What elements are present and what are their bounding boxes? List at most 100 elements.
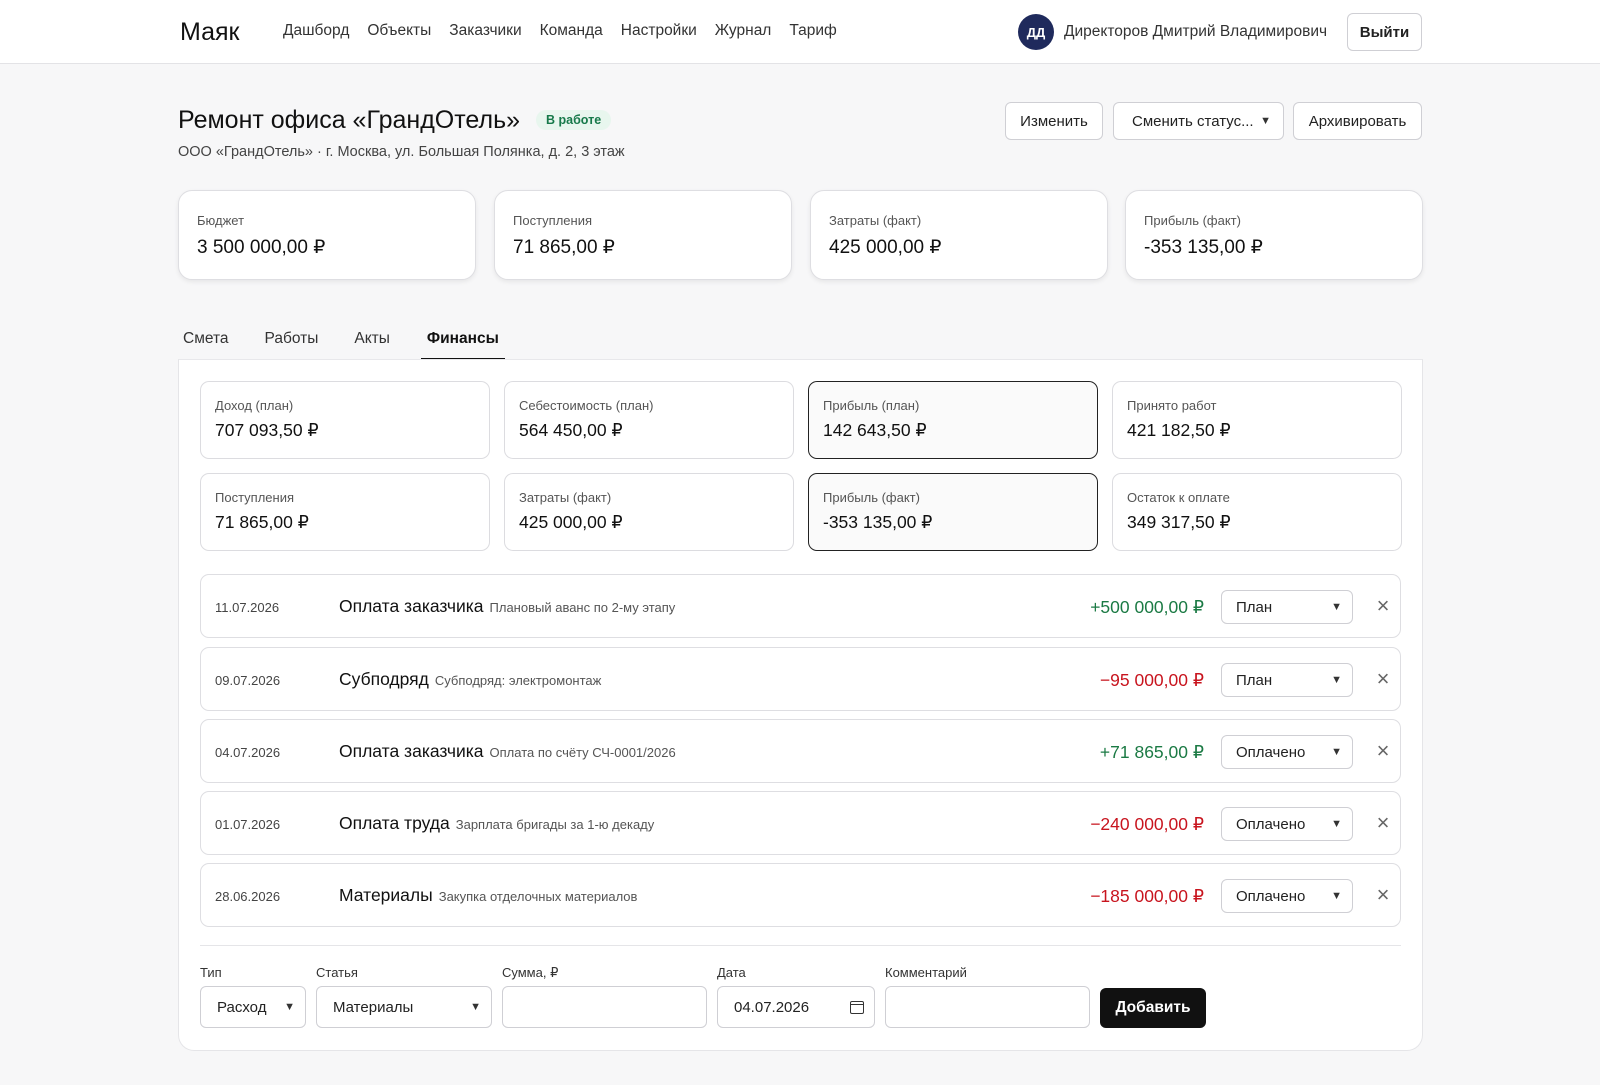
nav-dashboard[interactable]: Дашборд <box>283 22 349 40</box>
finance-card-income-fact: Поступления 71 865,00 ₽ <box>200 473 490 551</box>
chevron-down-icon: ▼ <box>1331 674 1342 686</box>
transaction-status-select[interactable]: Оплачено ▼ <box>1221 735 1353 769</box>
kpi-label: Поступления <box>513 213 593 228</box>
form-divider <box>200 945 1401 946</box>
chevron-down-icon: ▼ <box>1331 746 1342 758</box>
kpi-value: 3 500 000,00 ₽ <box>197 237 326 258</box>
brand-logo[interactable]: Маяк <box>180 18 240 47</box>
transaction-article: Оплата заказчика <box>339 741 484 761</box>
main-nav: Дашборд Объекты Заказчики Команда Настро… <box>283 22 837 40</box>
date-input[interactable]: 04.07.2026 <box>717 986 875 1028</box>
transaction-note: Зарплата бригады за 1-ю декаду <box>455 817 655 832</box>
kpi-costs: Затраты (факт) 425 000,00 ₽ <box>810 190 1108 280</box>
status-badge: В работе <box>536 110 612 130</box>
kpi-profit: Прибыль (факт) -353 135,00 ₽ <box>1125 190 1423 280</box>
nav-settings[interactable]: Настройки <box>621 22 697 40</box>
transaction-status-select[interactable]: Оплачено ▼ <box>1221 807 1353 841</box>
transaction-row: 01.07.2026 Оплата труда Зарплата бригады … <box>200 791 1401 855</box>
nav-tariff[interactable]: Тариф <box>789 22 836 40</box>
comment-input[interactable] <box>885 986 1090 1028</box>
chevron-down-icon: ▼ <box>1331 818 1342 830</box>
date-label: Дата <box>717 965 746 980</box>
card-value: 564 450,00 ₽ <box>519 420 623 440</box>
page-title: Ремонт офиса «ГрандОтель» <box>178 106 521 134</box>
transaction-note: Плановый аванс по 2-му этапу <box>489 600 676 615</box>
card-label: Остаток к оплате <box>1127 490 1230 505</box>
card-value: 349 317,50 ₽ <box>1127 512 1231 532</box>
tab-bar: Смета Работы Акты Финансы <box>178 322 531 360</box>
card-label: Затраты (факт) <box>519 490 612 505</box>
transaction-amount: +71 865,00 ₽ <box>1099 742 1204 762</box>
card-value: 71 865,00 ₽ <box>215 512 309 532</box>
transaction-note: Субподряд: электромонтаж <box>434 673 602 688</box>
finance-card-accepted: Принято работ 421 182,50 ₽ <box>1112 381 1402 459</box>
card-label: Поступления <box>215 490 295 505</box>
transaction-title: Оплата труда Зарплата бригады за 1-ю дека… <box>339 813 654 834</box>
chevron-down-icon: ▼ <box>1331 890 1342 902</box>
transaction-article: Оплата труда <box>339 813 450 833</box>
edit-button[interactable]: Изменить <box>1005 102 1103 140</box>
transaction-title: Оплата заказчика Плановый аванс по 2-му э… <box>339 596 675 617</box>
change-status-select[interactable]: Сменить статус... ▼ <box>1113 102 1284 140</box>
card-value: 421 182,50 ₽ <box>1127 420 1231 440</box>
transaction-status-select[interactable]: План ▼ <box>1221 590 1353 624</box>
close-icon[interactable]: × <box>1373 668 1393 690</box>
change-status-value: Сменить статус... <box>1132 112 1254 130</box>
top-bar: Маяк Дашборд Объекты Заказчики Команда Н… <box>0 0 1600 64</box>
chevron-down-icon: ▼ <box>1331 601 1342 613</box>
calendar-icon[interactable] <box>850 1000 864 1014</box>
card-label: Прибыль (план) <box>823 398 920 413</box>
card-label: Прибыль (факт) <box>823 490 920 505</box>
transaction-date: 04.07.2026 <box>215 745 281 760</box>
type-select[interactable]: Расход ▼ <box>200 986 306 1028</box>
nav-objects[interactable]: Объекты <box>367 22 431 40</box>
finance-card-cost-fact: Затраты (факт) 425 000,00 ₽ <box>504 473 794 551</box>
finance-card-cost-plan: Себестоимость (план) 564 450,00 ₽ <box>504 381 794 459</box>
transaction-article: Субподряд <box>339 669 429 689</box>
transaction-note: Закупка отделочных материалов <box>438 889 638 904</box>
card-value: 707 093,50 ₽ <box>215 420 319 440</box>
transaction-article: Материалы <box>339 885 433 905</box>
kpi-label: Бюджет <box>197 213 245 228</box>
transaction-row: 09.07.2026 Субподряд Субподряд: электромо… <box>200 647 1401 711</box>
chevron-down-icon: ▼ <box>284 1001 295 1013</box>
kpi-value: -353 135,00 ₽ <box>1144 237 1263 258</box>
add-button[interactable]: Добавить <box>1100 988 1206 1028</box>
kpi-label: Прибыль (факт) <box>1144 213 1241 228</box>
sum-input[interactable] <box>502 986 707 1028</box>
close-icon[interactable]: × <box>1373 740 1393 762</box>
transaction-status-select[interactable]: Оплачено ▼ <box>1221 879 1353 913</box>
logout-button[interactable]: Выйти <box>1347 13 1422 51</box>
tab-finance[interactable]: Финансы <box>420 322 505 360</box>
article-select[interactable]: Материалы ▼ <box>316 986 492 1028</box>
transaction-amount: −240 000,00 ₽ <box>1090 814 1204 834</box>
nav-customers[interactable]: Заказчики <box>449 22 521 40</box>
status-value: План <box>1236 671 1273 689</box>
user-menu[interactable]: ДД Директоров Дмитрий Владимирович <box>1018 14 1327 50</box>
transaction-title: Материалы Закупка отделочных материалов <box>339 885 637 906</box>
nav-journal[interactable]: Журнал <box>715 22 772 40</box>
transaction-date: 11.07.2026 <box>215 600 280 615</box>
status-value: Оплачено <box>1236 743 1306 761</box>
transaction-amount: −185 000,00 ₽ <box>1090 886 1204 906</box>
transaction-row: 04.07.2026 Оплата заказчика Оплата по счё… <box>200 719 1401 783</box>
tab-estimate[interactable]: Смета <box>178 322 234 360</box>
card-label: Принято работ <box>1127 398 1217 413</box>
transaction-status-select[interactable]: План ▼ <box>1221 663 1353 697</box>
card-value: 425 000,00 ₽ <box>519 512 623 532</box>
transaction-article: Оплата заказчика <box>339 596 484 616</box>
transaction-amount: −95 000,00 ₽ <box>1099 670 1204 690</box>
type-label: Тип <box>200 965 222 980</box>
close-icon[interactable]: × <box>1373 812 1393 834</box>
card-value: 142 643,50 ₽ <box>823 420 927 440</box>
sum-label: Сумма, ₽ <box>502 965 559 980</box>
tab-acts[interactable]: Акты <box>349 322 395 360</box>
nav-team[interactable]: Команда <box>540 22 603 40</box>
archive-button[interactable]: Архивировать <box>1293 102 1422 140</box>
transaction-note: Оплата по счёту СЧ-0001/2026 <box>489 745 676 760</box>
close-icon[interactable]: × <box>1373 595 1393 617</box>
finance-card-income-plan: Доход (план) 707 093,50 ₽ <box>200 381 490 459</box>
tab-works[interactable]: Работы <box>260 322 324 360</box>
close-icon[interactable]: × <box>1373 884 1393 906</box>
date-value: 04.07.2026 <box>734 998 810 1016</box>
